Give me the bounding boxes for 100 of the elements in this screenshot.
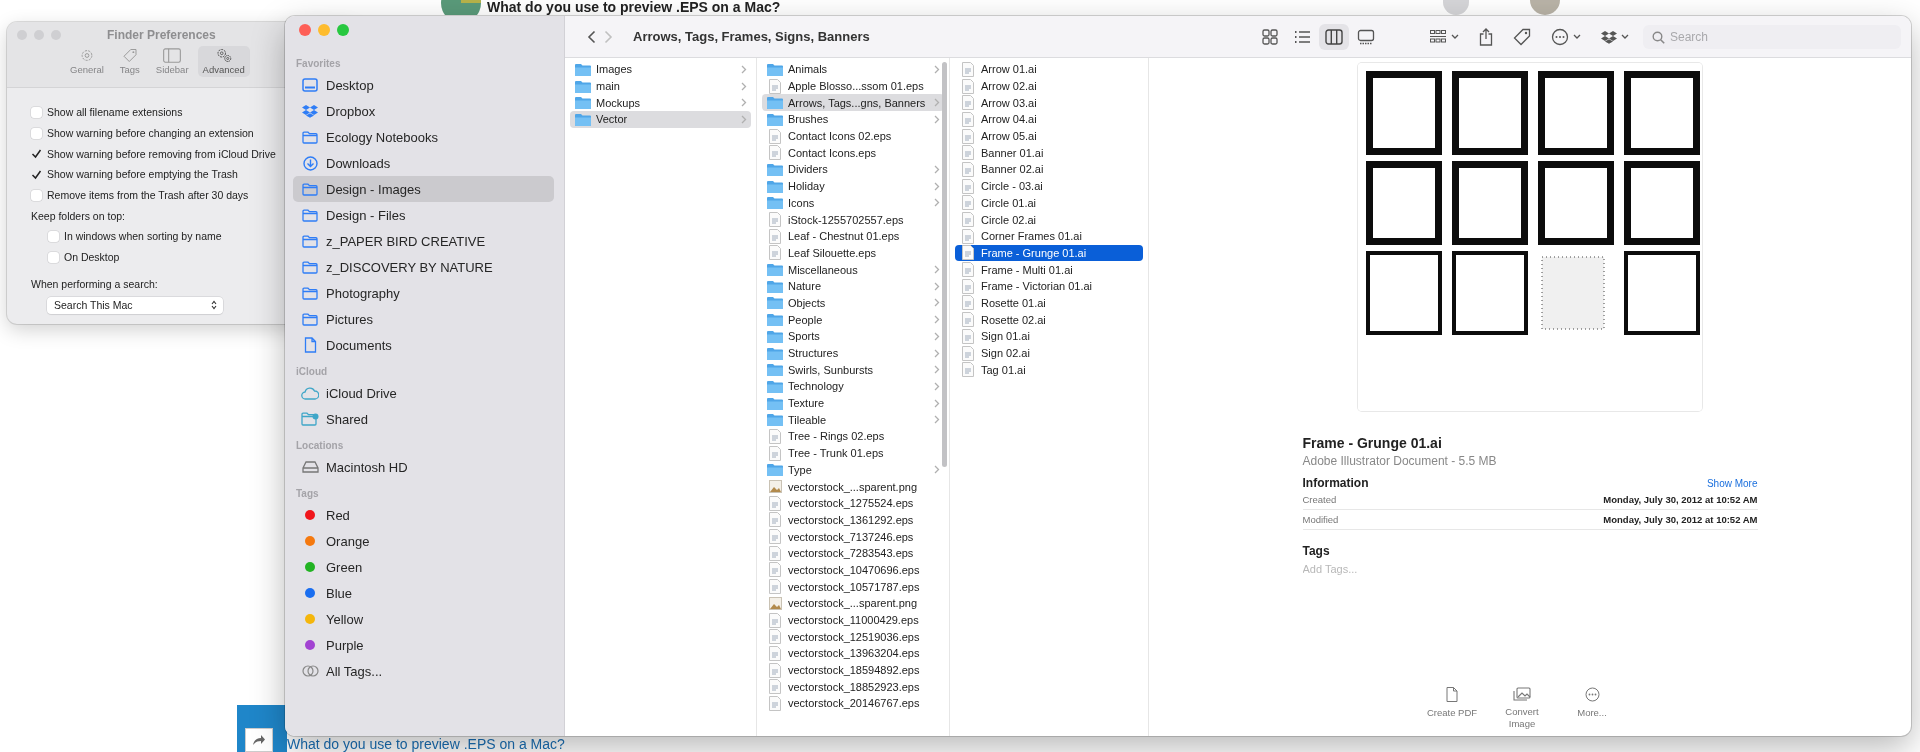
window-button[interactable] [318, 24, 330, 36]
folder-item[interactable]: Texture [762, 394, 944, 412]
show-more-link[interactable]: Show More [1706, 478, 1758, 489]
folder-item[interactable]: Dividers [762, 161, 944, 178]
folder-item[interactable]: Type [762, 461, 944, 479]
folder-item[interactable]: Swirls, Sunbursts [762, 361, 944, 379]
sidebar-item[interactable]: z_DISCOVERY BY NATURE [293, 254, 554, 280]
file-item[interactable]: iStock-1255702557.eps [762, 211, 944, 228]
file-item[interactable]: Tree - Trunk 01.eps [762, 444, 944, 462]
sidebar-item[interactable]: Orange [293, 528, 554, 554]
folder-item[interactable]: Animals [762, 61, 944, 78]
file-item[interactable]: vectorstock_18594892.eps [762, 661, 944, 679]
sidebar-item[interactable]: Red [293, 502, 554, 528]
file-item[interactable]: Sign 02.ai [955, 344, 1143, 362]
file-item[interactable]: Corner Frames 01.ai [955, 227, 1143, 245]
file-item[interactable]: vectorstock_...sparent.png [762, 595, 944, 612]
folder-item[interactable]: People [762, 311, 944, 328]
checkbox[interactable] [48, 230, 59, 242]
folder-item[interactable]: Structures [762, 344, 944, 362]
search-field[interactable]: Search [1643, 24, 1901, 49]
file-item[interactable]: vectorstock_10470696.eps [762, 561, 944, 579]
file-item[interactable]: Rosette 02.ai [955, 311, 1143, 328]
checkbox[interactable] [31, 127, 42, 139]
file-item[interactable]: Arrow 04.ai [955, 111, 1143, 128]
tags-field[interactable]: Add Tags... [1302, 563, 1423, 575]
sidebar-item[interactable]: Dropbox [293, 98, 554, 124]
checkbox[interactable] [48, 251, 59, 263]
file-item[interactable]: vectorstock_10571787.eps [762, 578, 944, 595]
file-item[interactable]: Arrow 03.ai [955, 94, 1143, 112]
file-item[interactable]: vectorstock_1361292.eps [762, 511, 944, 529]
folder-item[interactable]: Objects [762, 294, 944, 312]
sidebar-item[interactable]: Desktop [293, 72, 554, 98]
file-item[interactable]: Rosette 01.ai [955, 294, 1143, 312]
folder-item[interactable]: Miscellaneous [762, 261, 944, 278]
window-button[interactable] [337, 24, 349, 36]
file-item[interactable]: Frame - Grunge 01.ai [955, 244, 1143, 262]
sidebar-item[interactable]: Design - Images [293, 176, 554, 202]
sidebar-item[interactable]: Blue [293, 580, 554, 606]
search-scope-popup[interactable]: Search This Mac [47, 296, 223, 314]
action-button[interactable]: Create PDF [1424, 687, 1480, 730]
action-button[interactable]: More... [1564, 687, 1620, 730]
file-item[interactable]: Banner 02.ai [955, 161, 1143, 178]
folder-item[interactable]: Arrows, Tags...gns, Banners [762, 94, 944, 112]
file-item[interactable]: Contact Icons 02.eps [762, 127, 944, 145]
file-item[interactable]: vectorstock_18852923.eps [762, 678, 944, 696]
toolbar-tab[interactable]: Advanced [197, 46, 250, 77]
folder-item[interactable]: Technology [762, 378, 944, 395]
scrollbar[interactable] [942, 62, 947, 467]
file-item[interactable]: vectorstock_13963204.eps [762, 645, 944, 662]
folder-item[interactable]: Nature [762, 277, 944, 295]
file-item[interactable]: Apple Blosso...ssom 01.eps [762, 77, 944, 95]
file-item[interactable]: vectorstock_...sparent.png [762, 478, 944, 495]
folder-item[interactable]: Mockups [570, 94, 751, 112]
folder-item[interactable]: Holiday [762, 177, 944, 195]
folder-item[interactable]: Sports [762, 328, 944, 345]
sidebar-item[interactable]: Downloads [293, 150, 554, 176]
sidebar-item[interactable]: Shared [293, 406, 554, 432]
file-item[interactable]: vectorstock_20146767.eps [762, 695, 944, 712]
file-item[interactable]: Arrow 02.ai [955, 77, 1143, 95]
file-item[interactable]: Arrow 01.ai [955, 61, 1143, 78]
file-item[interactable]: Banner 01.ai [955, 144, 1143, 162]
sidebar-item[interactable]: Macintosh HD [293, 454, 554, 480]
folder-item[interactable]: Icons [762, 194, 944, 212]
file-item[interactable]: vectorstock_7283543.eps [762, 544, 944, 562]
file-item[interactable]: Arrow 05.ai [955, 127, 1143, 145]
share-button[interactable] [245, 728, 273, 752]
sidebar-item[interactable]: z_PAPER BIRD CREATIVE [293, 228, 554, 254]
file-item[interactable]: Leaf - Chestnut 01.eps [762, 227, 944, 245]
sidebar-item[interactable]: Green [293, 554, 554, 580]
file-item[interactable]: Sign 01.ai [955, 328, 1143, 345]
sidebar-item[interactable]: Purple [293, 632, 554, 658]
file-item[interactable]: Circle 01.ai [955, 194, 1143, 212]
sidebar-item[interactable]: Documents [293, 332, 554, 358]
file-item[interactable]: Frame - Multi 01.ai [955, 261, 1143, 278]
file-item[interactable]: vectorstock_1275524.eps [762, 494, 944, 512]
folder-item[interactable]: main [570, 77, 751, 95]
article-link[interactable]: What do you use to preview .EPS on a Mac? [287, 736, 565, 752]
profile-icon[interactable] [1443, 0, 1469, 15]
avatar-icon[interactable] [1530, 0, 1560, 15]
file-item[interactable]: Circle - 03.ai [955, 177, 1143, 195]
window-button[interactable] [299, 24, 311, 36]
sidebar-item[interactable]: Design - Files [293, 202, 554, 228]
file-item[interactable]: Circle 02.ai [955, 211, 1143, 228]
folder-item[interactable]: Brushes [762, 111, 944, 128]
action-button[interactable]: Convert Image [1494, 687, 1550, 730]
sidebar-item[interactable]: Ecology Notebooks [293, 124, 554, 150]
view-button[interactable] [1319, 23, 1349, 50]
file-item[interactable]: vectorstock_12519036.eps [762, 628, 944, 646]
sidebar-item[interactable]: All Tags... [293, 658, 554, 684]
sidebar-item[interactable]: Pictures [293, 306, 554, 332]
folder-item[interactable]: Vector [570, 111, 751, 128]
file-item[interactable]: Tree - Rings 02.eps [762, 428, 944, 445]
folder-item[interactable]: Images [570, 61, 751, 78]
file-item[interactable]: Contact Icons.eps [762, 144, 944, 162]
file-item[interactable]: Tag 01.ai [955, 361, 1143, 379]
sidebar-item[interactable]: Yellow [293, 606, 554, 632]
checkbox[interactable] [31, 189, 42, 201]
folder-item[interactable]: Tileable [762, 411, 944, 429]
file-item[interactable]: Frame - Victorian 01.ai [955, 277, 1143, 295]
sidebar-item[interactable]: iCloud Drive [293, 380, 554, 406]
